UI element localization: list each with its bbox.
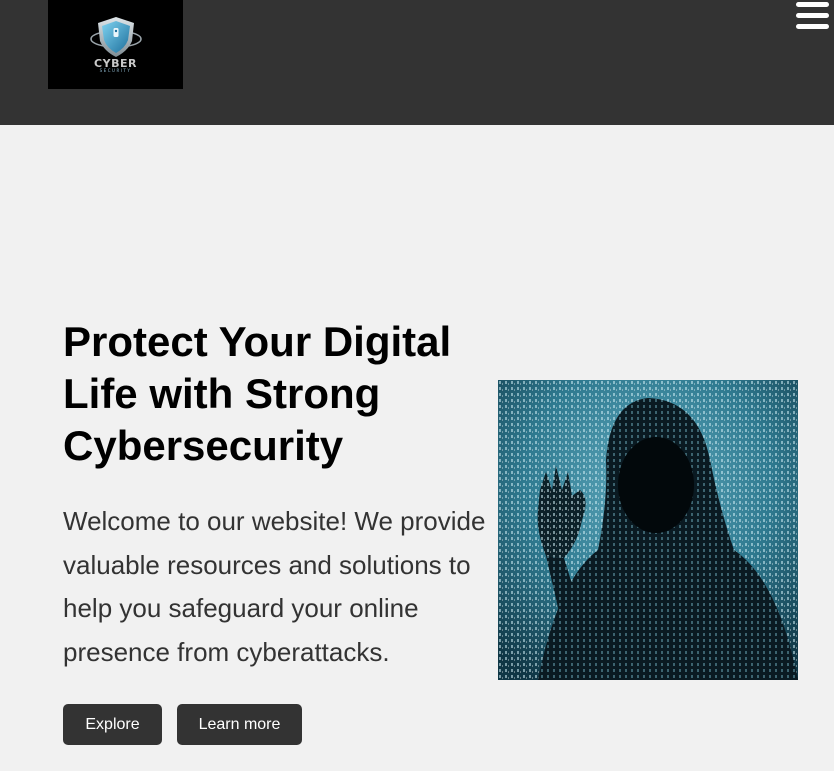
learn-more-button[interactable]: Learn more bbox=[177, 704, 302, 745]
hero-title: Protect Your Digital Life with Strong Cy… bbox=[63, 318, 452, 469]
menu-bar bbox=[796, 13, 829, 18]
hero-description: Welcome to our website! We provide valua… bbox=[63, 506, 486, 667]
explore-button[interactable]: Explore bbox=[63, 704, 162, 745]
site-logo[interactable]: CYBER SECURITY bbox=[48, 0, 183, 89]
site-header: CYBER SECURITY bbox=[0, 0, 834, 125]
logo-subtext: SECURITY bbox=[99, 68, 132, 73]
hamburger-menu-icon[interactable] bbox=[796, 2, 830, 32]
menu-bar bbox=[796, 24, 829, 29]
hooded-hacker-image bbox=[498, 380, 798, 680]
shield-lock-icon bbox=[90, 17, 142, 57]
menu-bar bbox=[796, 2, 829, 7]
